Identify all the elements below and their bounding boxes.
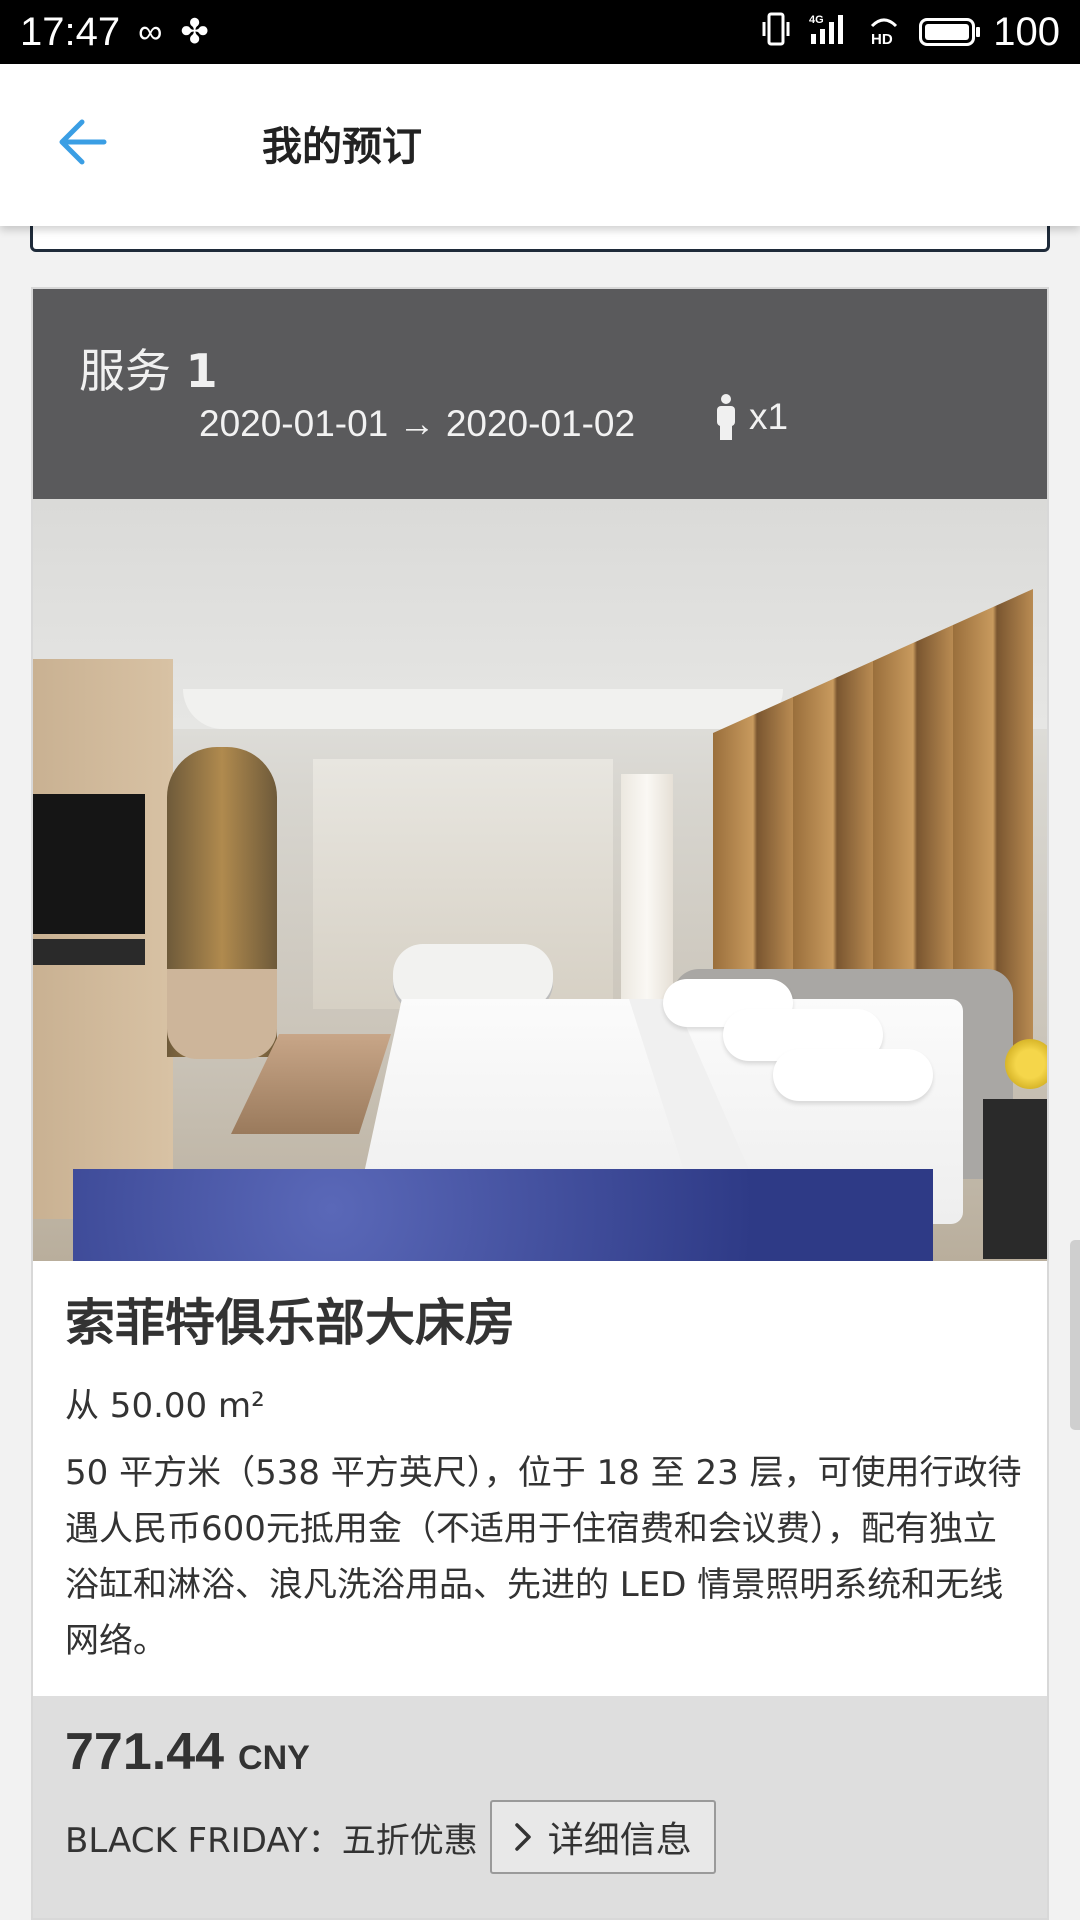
price-currency: CNY <box>238 1739 310 1777</box>
pinwheel-icon: ✤ <box>180 13 209 51</box>
service-card: 服务 1 2020-01-01 → 2020-01-02 x1 索菲特俱乐部大床… <box>31 287 1049 1920</box>
price-line: 771.44 CNY <box>65 1722 1015 1782</box>
page-title: 我的预订 <box>262 124 422 170</box>
guest-count: x1 <box>715 393 788 441</box>
details-button-label: 详细信息 <box>547 1820 692 1861</box>
room-name: 索菲特俱乐部大床房 <box>65 1294 515 1352</box>
promo-line: BLACK FRIDAY：五折优惠 详细信息 <box>65 1800 1015 1874</box>
infinity-icon: ∞ <box>138 13 163 51</box>
chevron-right-icon <box>514 1823 531 1851</box>
status-time: 17:47 <box>20 9 121 54</box>
room-size: 从 50.00 m² <box>65 1386 265 1426</box>
guest-count-value: x1 <box>749 396 789 437</box>
status-right: 4G HD 100 <box>761 10 1060 55</box>
app-header: 我的预订 <box>0 64 1080 226</box>
hd-icon: HD <box>867 12 901 52</box>
status-bar: 17:47 ∞ ✤ 4G HD 100 <box>0 0 1080 64</box>
vibrate-icon <box>761 12 791 52</box>
room-description: 50 平方米（538 平方英尺），位于 18 至 23 层，可使用行政待遇人民币… <box>65 1453 1022 1661</box>
price-section: 771.44 CNY BLACK FRIDAY：五折优惠 详细信息 <box>33 1696 1047 1918</box>
promo-text: BLACK FRIDAY：五折优惠 <box>65 1820 478 1861</box>
battery-icon <box>919 18 981 46</box>
svg-text:HD: HD <box>871 31 893 46</box>
service-title-label: 服务 <box>79 344 171 398</box>
status-left: 17:47 ∞ ✤ <box>20 10 209 55</box>
scrollbar[interactable] <box>1070 1240 1080 1430</box>
signal-4g-icon: 4G <box>809 12 849 52</box>
price-amount: 771.44 <box>65 1723 225 1781</box>
arrow-left-icon <box>59 119 107 165</box>
hotel-room-photo <box>33 499 1047 1261</box>
service-header: 服务 1 2020-01-01 → 2020-01-02 x1 <box>33 289 1047 499</box>
back-button[interactable] <box>52 112 112 172</box>
details-button[interactable]: 详细信息 <box>489 1800 716 1874</box>
svg-text:4G: 4G <box>809 14 824 26</box>
battery-level: 100 <box>993 9 1060 54</box>
room-info: 索菲特俱乐部大床房 从 50.00 m² 50 平方米（538 平方英尺），位于… <box>33 1261 1047 1669</box>
service-title: 服务 1 <box>79 335 218 401</box>
service-dates: 2020-01-01 → 2020-01-02 <box>199 403 636 444</box>
person-icon <box>717 394 735 440</box>
service-number: 1 <box>185 344 218 398</box>
